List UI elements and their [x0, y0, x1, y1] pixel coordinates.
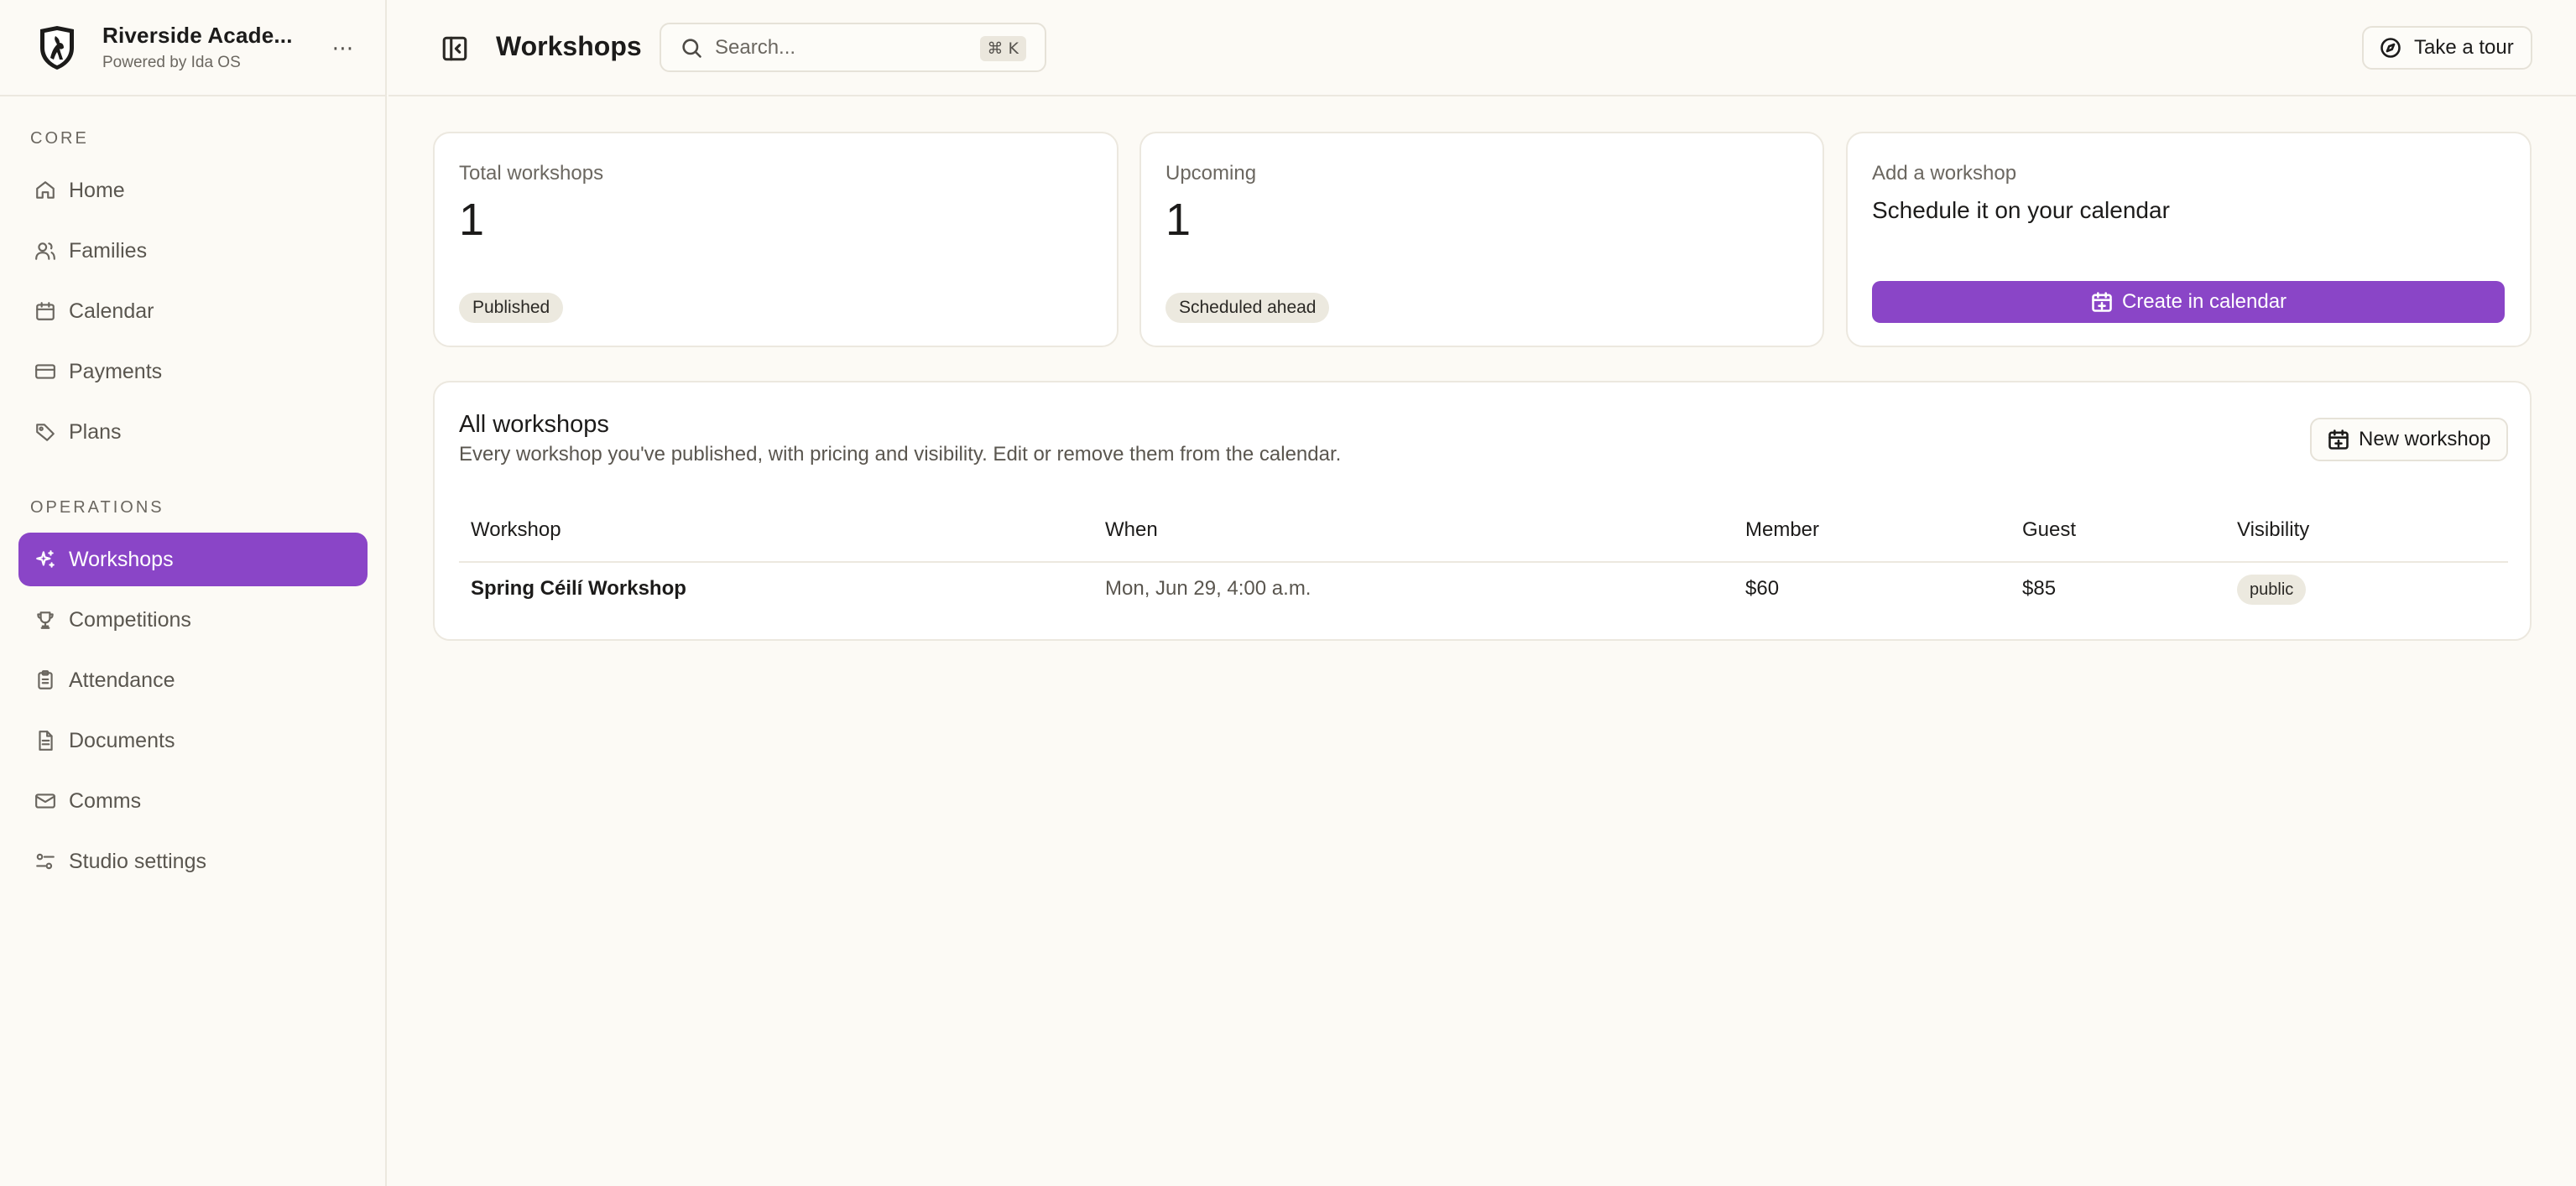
credit-card-icon: [34, 360, 57, 383]
brand-header[interactable]: Riverside Acade... Powered by Ida OS ⋯: [0, 0, 385, 96]
sidebar-item-payments[interactable]: Payments: [18, 345, 368, 398]
users-icon: [34, 239, 57, 263]
sidebar-item-competitions[interactable]: Competitions: [18, 593, 368, 647]
search-input[interactable]: [715, 35, 967, 60]
mail-icon: [34, 789, 57, 813]
take-a-tour-button[interactable]: Take a tour: [2362, 26, 2532, 70]
compass-icon: [2380, 38, 2401, 58]
sidebar-toggle-icon[interactable]: [441, 34, 469, 63]
column-header-guest[interactable]: Guest: [2022, 518, 2076, 542]
sidebar-item-workshops[interactable]: Workshops: [18, 533, 368, 586]
add-workshop-card: Add a workshop Schedule it on your calen…: [1846, 132, 2532, 347]
sidebar-item-documents[interactable]: Documents: [18, 714, 368, 767]
nav-section-operations: OPERATIONS: [30, 498, 164, 517]
total-workshops-card: Total workshops 1 Published: [433, 132, 1119, 347]
total-workshops-value: 1: [459, 195, 485, 245]
upcoming-label: Upcoming: [1165, 162, 1257, 185]
column-header-when[interactable]: When: [1105, 518, 1158, 542]
academy-name: Riverside Acade...: [102, 23, 293, 48]
search-box[interactable]: ⌘ K: [660, 23, 1046, 72]
sidebar-item-label: Calendar: [69, 299, 154, 323]
home-icon: [34, 179, 57, 202]
upcoming-value: 1: [1165, 195, 1192, 245]
nav-section-core: CORE: [30, 129, 89, 148]
sidebar-item-label: Studio settings: [69, 849, 206, 873]
scheduled-ahead-badge: Scheduled ahead: [1165, 293, 1330, 323]
sidebar-item-comms[interactable]: Comms: [18, 774, 368, 828]
total-workshops-label: Total workshops: [459, 162, 604, 185]
sidebar-item-label: Families: [69, 238, 148, 263]
sparkles-icon: [34, 548, 57, 571]
column-header-member[interactable]: Member: [1745, 518, 1819, 542]
create-in-calendar-label: Create in calendar: [2121, 290, 2287, 313]
add-workshop-heading: Schedule it on your calendar: [1872, 197, 2170, 223]
sidebar-item-attendance[interactable]: Attendance: [18, 653, 368, 707]
more-options-icon[interactable]: ⋯: [331, 35, 356, 60]
tag-icon: [34, 420, 57, 444]
calendar-plus-icon: [2092, 292, 2112, 312]
published-badge: Published: [459, 293, 564, 323]
new-workshop-button[interactable]: New workshop: [2310, 418, 2508, 461]
upcoming-card: Upcoming 1 Scheduled ahead: [1139, 132, 1824, 347]
document-icon: [34, 729, 57, 752]
column-header-visibility[interactable]: Visibility: [2237, 518, 2309, 542]
guest-price-cell: $85: [2022, 577, 2057, 600]
sidebar-item-label: Comms: [69, 788, 142, 813]
top-bar: Workshops ⌘ K Take a tour: [388, 0, 2576, 96]
sidebar-item-families[interactable]: Families: [18, 224, 368, 278]
take-a-tour-label: Take a tour: [2414, 36, 2514, 59]
sidebar-item-label: Home: [69, 178, 125, 202]
sidebar-item-label: Attendance: [69, 668, 175, 692]
sidebar-item-label: Documents: [69, 728, 175, 752]
sidebar-item-label: Competitions: [69, 607, 191, 632]
settings-sliders-icon: [34, 850, 57, 873]
sidebar: Riverside Acade... Powered by Ida OS ⋯ C…: [0, 0, 387, 1186]
workshop-name-cell[interactable]: Spring Céilí Workshop: [471, 577, 686, 601]
add-workshop-label: Add a workshop: [1872, 162, 2017, 185]
visibility-badge: public: [2237, 575, 2307, 605]
trophy-icon: [34, 608, 57, 632]
all-workshops-description: Every workshop you've published, with pr…: [459, 443, 1342, 466]
clipboard-icon: [34, 668, 57, 692]
sidebar-item-label: Plans: [69, 419, 122, 444]
column-header-workshop[interactable]: Workshop: [471, 518, 561, 542]
search-icon: [682, 38, 701, 58]
create-in-calendar-button[interactable]: Create in calendar: [1872, 281, 2505, 323]
header-divider: [459, 561, 2508, 563]
powered-by-label: Powered by Ida OS: [102, 54, 241, 71]
page-title: Workshops: [496, 31, 642, 61]
member-price-cell: $60: [1745, 577, 1780, 600]
new-workshop-label: New workshop: [2359, 428, 2491, 450]
academy-crest-logo: [37, 24, 77, 71]
calendar-plus-icon: [2328, 429, 2349, 450]
workshop-when-cell: Mon, Jun 29, 4:00 a.m.: [1105, 577, 1311, 600]
all-workshops-panel: All workshops Every workshop you've publ…: [433, 381, 2532, 641]
sidebar-item-label: Payments: [69, 359, 163, 383]
sidebar-item-calendar[interactable]: Calendar: [18, 284, 368, 338]
calendar-icon: [34, 299, 57, 323]
sidebar-item-label: Workshops: [69, 547, 174, 571]
all-workshops-title: All workshops: [459, 411, 609, 438]
sidebar-item-plans[interactable]: Plans: [18, 405, 368, 459]
sidebar-item-home[interactable]: Home: [18, 164, 368, 217]
search-shortcut-badge: ⌘ K: [979, 36, 1026, 61]
sidebar-item-studio-settings[interactable]: Studio settings: [18, 835, 368, 888]
